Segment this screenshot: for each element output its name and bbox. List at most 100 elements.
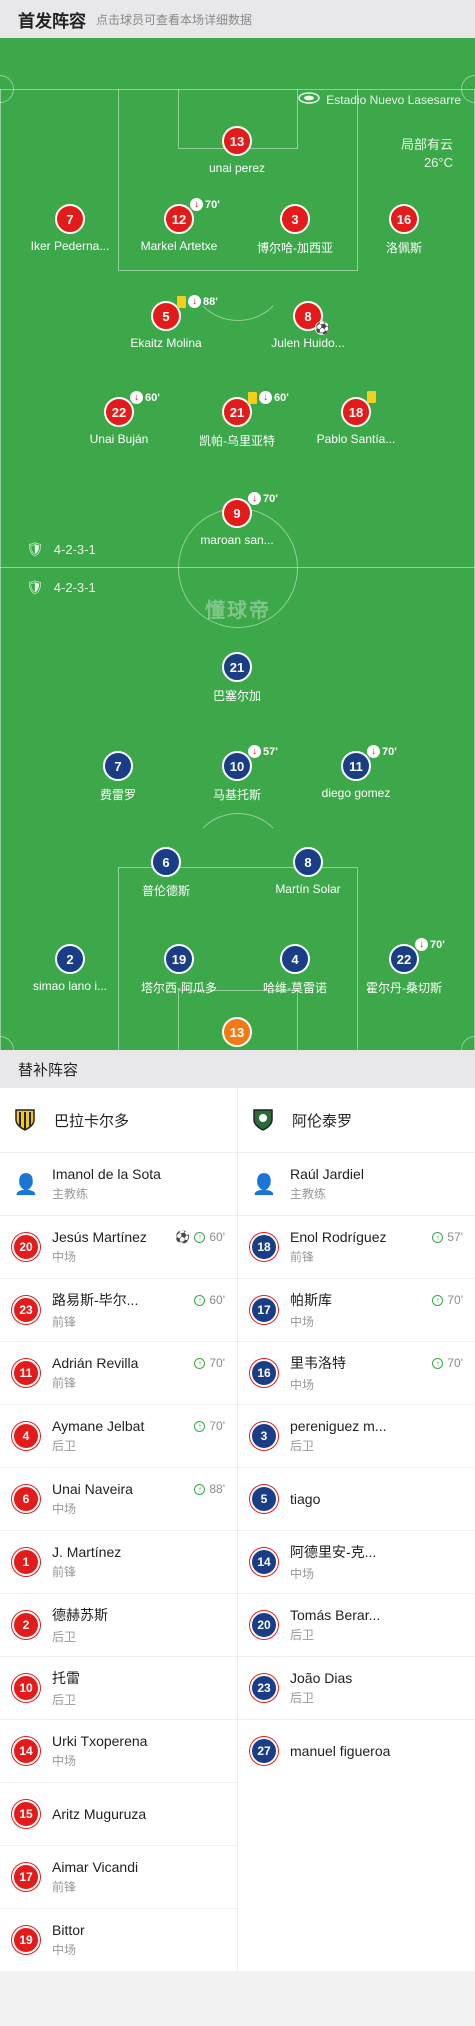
- home-player[interactable]: 8 ⚽ Julen Huido...: [248, 301, 368, 350]
- away-sub-row[interactable]: 14 阿德里安-克... 中场: [238, 1530, 475, 1593]
- weather-temp: 26°C: [423, 155, 453, 170]
- away-sub-row[interactable]: 16 里韦洛特 中场 ↑ 70': [238, 1341, 475, 1404]
- away-player-name: 哈维-莫雷诺: [263, 981, 327, 995]
- home-player-name: 凯帕-乌里亚特: [199, 434, 275, 448]
- away-sub-row[interactable]: 17 帕斯库 中场 ↑ 70': [238, 1278, 475, 1341]
- corner-arc-br: [461, 1036, 475, 1050]
- home-sub-row[interactable]: 6 Unai Naveira 中场 ↑ 88': [0, 1467, 237, 1530]
- player-events: ↓ 60': [248, 391, 289, 404]
- pitch-left-line: [0, 89, 1, 1050]
- away-sub-row[interactable]: 5 tiago: [238, 1467, 475, 1530]
- sub-minute: 70': [263, 492, 278, 505]
- home-sub-row[interactable]: 10 托雷 后卫: [0, 1656, 237, 1719]
- home-player[interactable]: 9 ↓ 70' maroan san...: [177, 492, 297, 547]
- sub-number: 15: [12, 1800, 40, 1828]
- sub-in-minute: 60': [209, 1230, 225, 1244]
- away-player[interactable]: 4 哈维-莫雷诺: [235, 944, 355, 996]
- sub-in-minute: 70': [209, 1356, 225, 1370]
- away-player[interactable]: 7 费雷罗: [58, 751, 178, 803]
- sub-name: Adrián Revilla: [52, 1355, 139, 1371]
- home-player[interactable]: 7 Iker Pederna...: [10, 204, 130, 253]
- sub-name: Unai Naveira: [52, 1481, 133, 1497]
- sub-in-icon: ↑: [432, 1231, 444, 1243]
- home-sub-row[interactable]: 14 Urki Txoperena 中场: [0, 1719, 237, 1782]
- away-player[interactable]: 6 普伦德斯: [106, 847, 226, 899]
- home-player[interactable]: 3 博尔哈-加西亚: [235, 204, 355, 256]
- sub-position: 前锋: [52, 1376, 77, 1390]
- home-sub-row[interactable]: 2 德赫苏斯 后卫: [0, 1593, 237, 1656]
- away-player[interactable]: 13迭戈-加西亚: [177, 1017, 297, 1050]
- home-player[interactable]: 12 ↓ 70' Markel Artetxe: [119, 198, 239, 253]
- home-player[interactable]: 21 ↓ 60' 凯帕-乌里亚特: [177, 391, 297, 449]
- pitch: Estadio Nuevo Lasesarre 局部有云 26°C 懂球帝 🛡 …: [0, 38, 475, 1050]
- home-sub-row[interactable]: 19 Bittor 中场: [0, 1908, 237, 1971]
- home-coach-row[interactable]: 👤 Imanol de la Sota 主教练: [0, 1152, 237, 1215]
- away-sub-row[interactable]: 23 João Dias 后卫: [238, 1656, 475, 1719]
- coach-avatar-icon: 👤: [251, 1173, 277, 1196]
- away-formation-label: 4-2-3-1: [53, 580, 96, 595]
- sub-minute: 60': [274, 391, 289, 404]
- sub-number: 11: [12, 1359, 40, 1387]
- sub-name: 托雷: [52, 1670, 80, 1686]
- sub-out-icon: ↓: [190, 198, 203, 211]
- sub-position: 前锋: [290, 1250, 315, 1264]
- away-sub-row[interactable]: 20 Tomás Berar... 后卫: [238, 1593, 475, 1656]
- away-player-number: 22 ↓ 70': [389, 938, 445, 974]
- home-player[interactable]: 18 Pablo Santía...: [296, 391, 416, 446]
- player-events: ↓ 70': [190, 198, 220, 211]
- away-sub-row[interactable]: 18 Enol Rodríguez 前锋 ↑ 57': [238, 1215, 475, 1278]
- sub-position: 前锋: [52, 1315, 77, 1329]
- home-sub-row[interactable]: 1 J. Martínez 前锋: [0, 1530, 237, 1593]
- player-events: ↓ 70': [415, 938, 445, 951]
- away-player-name: 马基托斯: [212, 788, 261, 802]
- sub-in-icon: ↑: [194, 1294, 206, 1306]
- away-player-name: Martín Solar: [275, 882, 341, 896]
- sub-number: 27: [250, 1737, 278, 1765]
- home-player[interactable]: 22 ↓ 60' Unai Buján: [59, 391, 179, 446]
- home-sub-row[interactable]: 17 Aimar Vicandi 前锋: [0, 1845, 237, 1908]
- sub-position: 中场: [52, 1502, 77, 1516]
- sub-name: Aritz Muguruza: [52, 1806, 147, 1822]
- sub-name: Aimar Vicandi: [52, 1859, 139, 1875]
- sub-number: 18: [250, 1233, 278, 1261]
- home-sub-row[interactable]: 4 Aymane Jelbat 后卫 ↑ 70': [0, 1404, 237, 1467]
- home-player-name: Ekaitz Molina: [130, 336, 202, 350]
- home-sub-row[interactable]: 20 Jesús Martínez 中场 ⚽ ↑ 60': [0, 1215, 237, 1278]
- away-player[interactable]: 10 ↓ 57' 马基托斯: [177, 745, 297, 803]
- away-sub-row[interactable]: 3 pereniguez m... 后卫: [238, 1404, 475, 1467]
- sub-name: J. Martínez: [52, 1544, 122, 1560]
- player-events: ↓ 88': [177, 295, 218, 308]
- sub-position: 后卫: [290, 1628, 315, 1642]
- substitutes-title: 替补阵容: [18, 1061, 79, 1079]
- away-team-row[interactable]: 阿伦泰罗: [238, 1088, 475, 1152]
- sub-number: 10: [12, 1674, 40, 1702]
- home-player[interactable]: 5 ↓ 88' Ekaitz Molina: [106, 295, 226, 350]
- weather-info: 局部有云 26°C: [401, 136, 453, 172]
- away-player[interactable]: 11 ↓ 70' diego gomez: [296, 745, 416, 800]
- sub-number: 4: [12, 1422, 40, 1450]
- home-player-name: 博尔哈-加西亚: [257, 241, 333, 255]
- away-team-logo-icon: [250, 1107, 276, 1133]
- away-sub-row[interactable]: 27 manuel figueroa: [238, 1719, 475, 1782]
- home-player-name: Julen Huido...: [271, 336, 345, 350]
- yellow-card-icon: [248, 391, 257, 404]
- home-player-number: 3: [280, 204, 310, 234]
- home-team-row[interactable]: 巴拉卡尔多: [0, 1088, 237, 1152]
- home-sub-row[interactable]: 15 Aritz Muguruza: [0, 1782, 237, 1845]
- player-events: ↓ 70': [367, 745, 397, 758]
- sub-in-icon: ↑: [194, 1420, 206, 1432]
- away-player[interactable]: 21 巴塞尔加: [177, 652, 297, 704]
- away-team-crest-icon: 🛡: [26, 579, 44, 595]
- sub-number: 2: [12, 1611, 40, 1639]
- home-player[interactable]: 13 unai perez: [177, 126, 297, 175]
- home-sub-row[interactable]: 11 Adrián Revilla 前锋 ↑ 70': [0, 1341, 237, 1404]
- away-player[interactable]: 19 塔尔西-阿瓜多: [119, 944, 239, 996]
- home-player[interactable]: 16 洛佩斯: [344, 204, 464, 256]
- away-player[interactable]: 22 ↓ 70' 霍尔丹-桑切斯: [344, 938, 464, 996]
- sub-in-minute: 70': [447, 1356, 463, 1370]
- home-sub-row[interactable]: 23 路易斯-毕尔... 前锋 ↑ 60': [0, 1278, 237, 1341]
- away-coach-row[interactable]: 👤 Raúl Jardiel 主教练: [238, 1152, 475, 1215]
- sub-name: 里韦洛特: [290, 1355, 346, 1371]
- away-player[interactable]: 2 simao lano i...: [10, 944, 130, 993]
- away-player[interactable]: 8 Martín Solar: [248, 847, 368, 896]
